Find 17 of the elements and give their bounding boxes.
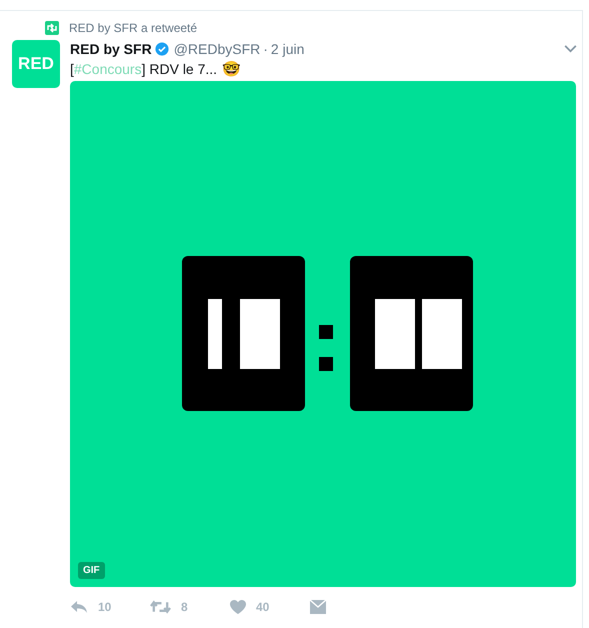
envelope-icon[interactable] <box>310 600 326 614</box>
nerd-face-emoji: 🤓 <box>222 60 242 78</box>
action-count: 10 <box>98 600 112 614</box>
retweet-icon[interactable] <box>150 600 171 614</box>
caret-icon[interactable] <box>564 45 577 53</box>
separator: · <box>263 41 268 57</box>
tweet-text: [#Concours] RDV le 7... <box>70 61 218 77</box>
reply-icon[interactable] <box>70 600 88 614</box>
account-name[interactable]: RED by SFR <box>70 41 152 57</box>
gif-badge: GIF <box>78 562 105 579</box>
tweet-date[interactable]: 2 juin <box>270 41 304 57</box>
retweet-context[interactable]: RED by SFR a retweeté <box>69 21 198 35</box>
retweet-icon <box>45 21 59 35</box>
heart-icon[interactable] <box>230 600 246 614</box>
action-count: 40 <box>256 600 270 614</box>
account-handle[interactable]: @REDbySFR <box>174 41 260 57</box>
action-count: 8 <box>181 600 188 614</box>
